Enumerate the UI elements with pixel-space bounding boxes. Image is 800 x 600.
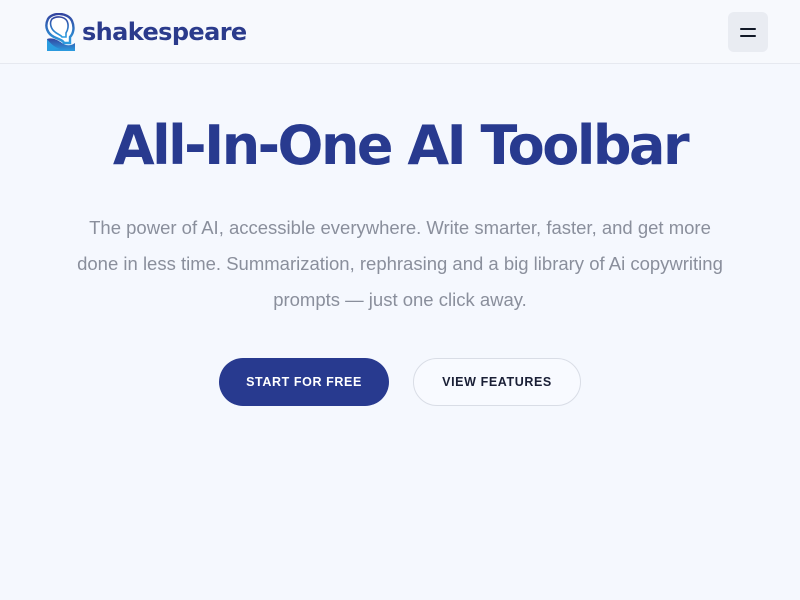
hero-description: The power of AI, accessible everywhere. …: [77, 217, 723, 310]
hamburger-menu-icon-bar: [740, 34, 756, 37]
start-for-free-button[interactable]: START FOR FREE: [219, 358, 389, 406]
hamburger-menu-icon: [740, 27, 756, 30]
hero-title: All-In-One AI Toolbar: [112, 114, 690, 177]
view-features-button[interactable]: VIEW FEATURES: [413, 358, 581, 406]
site-header: shakespeare: [0, 0, 800, 64]
hamburger-menu-button[interactable]: [728, 12, 768, 52]
shakespeare-logo-icon: [45, 13, 75, 51]
logo-link[interactable]: shakespeare: [44, 13, 247, 51]
cta-row: START FOR FREE VIEW FEATURES: [0, 358, 800, 406]
logo-wordmark: shakespeare: [82, 18, 247, 46]
